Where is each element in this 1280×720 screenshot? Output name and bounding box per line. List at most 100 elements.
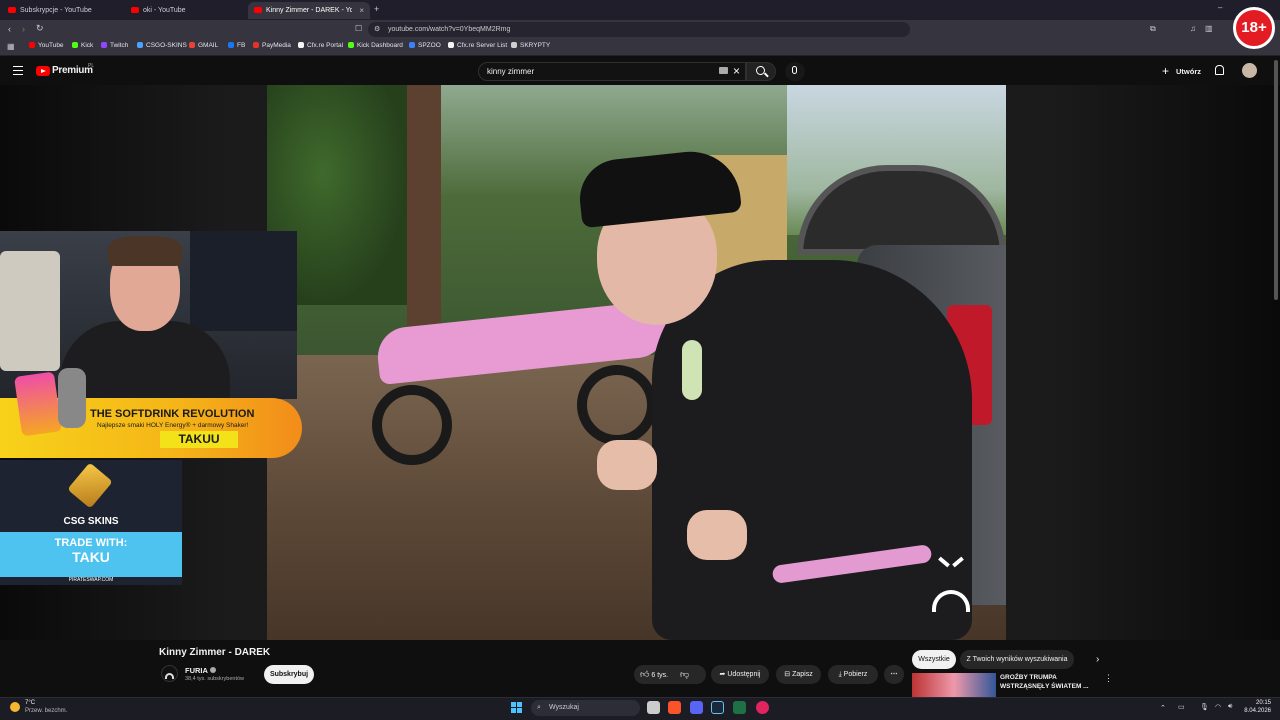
weather-icon[interactable] [10, 702, 20, 712]
dislike-button[interactable]: 👎︎ [680, 665, 689, 684]
recommended-menu-icon[interactable]: ⋮ [1104, 673, 1113, 684]
keyboard-icon[interactable] [719, 67, 728, 74]
brave-taskbar-icon[interactable] [668, 701, 681, 714]
person-shirt [652, 260, 972, 640]
bookmark-twitch[interactable]: Twitch [101, 42, 128, 49]
recommended-thumbnail[interactable] [912, 673, 996, 697]
age-badge-label: 18+ [1241, 19, 1267, 36]
microphone-tray-icon[interactable]: 🎙︎ [1200, 703, 1209, 711]
wifi-icon[interactable]: ◠ [1215, 703, 1221, 711]
bookmark-kick-dashboard[interactable]: Kick Dashboard [348, 42, 403, 49]
microphone-icon [792, 66, 797, 74]
clock-time[interactable]: 20:15 [1243, 700, 1271, 706]
bookmark-cfx-re-server-list[interactable]: Cfx.re Server List [448, 42, 507, 49]
video-title: Kinny Zimmer - DAREK [159, 647, 271, 658]
weather-desc: Przew. bezchm. [25, 708, 68, 714]
bookmark-favicon-icon [189, 42, 195, 48]
tab-kinny-zimmer[interactable]: Kinny Zimmer - DAREK - YouTube× [248, 2, 370, 19]
promo-title: THE SOFTDRINK REVOLUTION [90, 408, 255, 420]
bookmark-favicon-icon [298, 42, 304, 48]
channel-avatar[interactable] [161, 665, 178, 682]
forward-icon[interactable]: › [22, 25, 25, 34]
start-button[interactable] [511, 702, 523, 714]
holy-promo-banner: THE SOFTDRINK REVOLUTION Najlepsze smaki… [0, 368, 302, 458]
weather-temp: 7°C [25, 700, 36, 706]
motorbike-rear-wheel [372, 385, 452, 465]
bookmark-kick[interactable]: Kick [72, 42, 93, 49]
task-view-icon[interactable] [647, 701, 660, 714]
like-button[interactable]: 👍︎ 6 tys. [640, 669, 668, 679]
promo-subtitle: Najlepsze smaki HOLY Energy® + darmowy S… [97, 422, 249, 429]
video-frame[interactable] [267, 85, 1006, 640]
bookmark-csgo-skins[interactable]: CSGO-SKINS [137, 42, 187, 49]
bookmark-skrypty[interactable]: SKRYPTY [511, 42, 550, 49]
save-button[interactable]: ⊟ Zapisz [776, 665, 821, 684]
minimize-icon[interactable]: – [1218, 4, 1222, 12]
volume-icon[interactable]: 🔊︎ [1228, 703, 1232, 711]
bookmark-youtube[interactable]: YouTube [29, 42, 64, 49]
chip-search-results[interactable]: Z Twoich wyników wyszukiwania [960, 650, 1074, 669]
youtube-logo-icon[interactable] [36, 66, 50, 76]
taskbar-search[interactable]: ⌕ Wyszukaj [531, 700, 640, 716]
share-icon: ➦ [719, 671, 726, 678]
media-icon[interactable]: ♫ [1190, 25, 1196, 33]
voice-search-button[interactable] [785, 62, 805, 81]
recommended-title[interactable]: GROŹBY TRUMPA WSTRZĄSNĘŁY ŚWIATEM ... [1000, 673, 1096, 691]
new-tab-button[interactable]: + [374, 5, 379, 14]
scrollbar[interactable] [1274, 60, 1278, 300]
bookmark-gmail[interactable]: GMAIL [189, 42, 218, 49]
bookmark-favicon-icon [253, 42, 259, 48]
url-field[interactable]: ⚙ youtube.com/watch?v=0YbeqMM2Rmg [368, 22, 910, 37]
shaker-icon [58, 368, 86, 428]
steam-taskbar-icon[interactable] [711, 701, 724, 714]
search-button[interactable] [746, 62, 776, 81]
channel-watermark-icon[interactable] [932, 556, 970, 612]
notifications-icon[interactable] [1215, 65, 1224, 75]
extension-icon[interactable]: ⧉ [1150, 25, 1156, 33]
close-tab-icon[interactable]: × [359, 2, 364, 19]
bookmark-cfx-re-portal[interactable]: Cfx.re Portal [298, 42, 343, 49]
channel-name[interactable]: FURIA [185, 666, 208, 675]
create-button[interactable]: Utwórz [1176, 67, 1201, 76]
more-actions-button[interactable]: ⋯ [884, 665, 904, 684]
bookmark-favicon-icon [511, 42, 517, 48]
sidebar-icon[interactable]: ▥ [1205, 25, 1213, 33]
chip-all[interactable]: Wszystkie [912, 650, 956, 669]
network-icon[interactable]: ▭ [1178, 703, 1185, 711]
avatar[interactable] [1242, 63, 1257, 78]
trade-line2: TAKU [72, 549, 110, 565]
necklace-pendant [682, 340, 702, 400]
youtube-logo-text[interactable]: Premium [52, 65, 93, 76]
reload-icon[interactable]: ↻ [36, 24, 44, 33]
drink-can-icon [14, 371, 62, 437]
app-taskbar-icon[interactable] [756, 701, 769, 714]
share-button[interactable]: ➦ Udostępnij [711, 665, 769, 684]
site-info-icon[interactable]: ⚙ [374, 22, 380, 37]
apps-grid-icon[interactable]: ▦ [7, 43, 15, 51]
tray-overflow-icon[interactable]: ⌃ [1160, 704, 1166, 712]
plus-icon: + [1162, 64, 1170, 78]
back-icon[interactable]: ‹ [8, 25, 11, 34]
person-hand [687, 510, 747, 560]
clear-search-icon[interactable]: × [733, 64, 740, 78]
search-input[interactable]: kinny zimmer [478, 62, 746, 81]
bookmark-paymedia[interactable]: PayMedia [253, 42, 291, 49]
menu-icon[interactable] [13, 66, 23, 75]
discord-taskbar-icon[interactable] [690, 701, 703, 714]
clock-date[interactable]: 8.04.2026 [1240, 708, 1271, 714]
subscribe-button[interactable]: Subskrybuj [264, 665, 314, 684]
chevron-right-icon[interactable]: › [1096, 654, 1099, 665]
bookmark-icon[interactable]: ☐ [355, 25, 362, 33]
bookmark-fb[interactable]: FB [228, 42, 245, 49]
tab-subskrypcje[interactable]: Subskrypcje - YouTube [2, 2, 122, 19]
download-button[interactable]: ⤓ Pobierz [828, 665, 878, 684]
excel-taskbar-icon[interactable] [733, 701, 746, 714]
person-hand [597, 440, 657, 490]
save-icon: ⊟ [784, 671, 791, 678]
bookmark-spzoo[interactable]: SPZOO [409, 42, 441, 49]
like-dislike-group: 👍︎ 6 tys. 👎︎ [634, 665, 706, 684]
youtube-favicon-icon [254, 7, 262, 13]
csg-skins-banner: CSG SKINS TRADE WITH: TAKU PIRATESWAP.CO… [0, 460, 182, 585]
tab-oki[interactable]: oki - YouTube [125, 2, 245, 19]
youtube-favicon-icon [131, 7, 139, 13]
